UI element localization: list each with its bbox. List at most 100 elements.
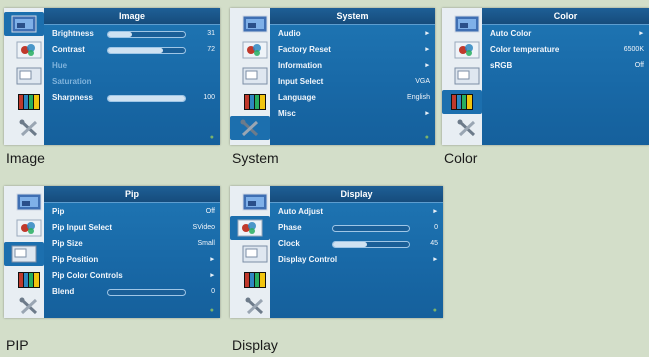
display-icon (16, 93, 42, 111)
sidebar-item-color[interactable] (9, 216, 42, 240)
color-icon (237, 219, 263, 237)
menu-item[interactable]: Contrast 72 (44, 42, 220, 58)
sidebar-item-system[interactable] (9, 116, 39, 140)
menu-item[interactable]: Auto Adjust ▸ (270, 204, 443, 220)
menu-item-label: Contrast (52, 45, 85, 54)
color-icon (242, 41, 268, 59)
menu-item-value: 72 (207, 46, 215, 53)
image-icon (242, 15, 268, 33)
menu-item-label: Information (278, 61, 322, 70)
menu-item-label: Display Control (278, 255, 338, 264)
value-slider[interactable] (332, 241, 410, 248)
sidebar-item-pip[interactable] (235, 64, 268, 88)
menu-item-label: Factory Reset (278, 45, 331, 54)
sidebar-item-system[interactable] (9, 294, 39, 318)
sidebar-item-display[interactable] (235, 268, 266, 292)
menu-item[interactable]: Information ▸ (270, 58, 435, 74)
sidebar-item-color[interactable] (9, 38, 42, 62)
menu-item-label: Auto Color (490, 29, 532, 38)
menu-item[interactable]: Input Select VGA (270, 74, 435, 90)
sidebar-item-image[interactable] (235, 190, 268, 214)
menu-item-value: 6500K (623, 46, 644, 53)
sidebar-item-system[interactable] (447, 116, 477, 140)
image-icon (242, 193, 268, 211)
menu-item[interactable]: Pip Position ▸ (44, 252, 220, 268)
slider-fill (108, 96, 185, 101)
menu-item-value: 0 (434, 224, 438, 231)
menu-item: Saturation (44, 74, 220, 90)
menu-item[interactable]: Pip Size Small (44, 236, 220, 252)
sidebar-item-pip[interactable] (235, 242, 268, 266)
osd-sidebar (4, 186, 44, 318)
osd-sidebar (4, 8, 44, 145)
menu-item[interactable]: sRGB Off (482, 58, 649, 74)
sidebar-item-pip[interactable] (9, 64, 42, 88)
sidebar-item-pip[interactable] (447, 64, 480, 88)
menu-item[interactable]: Brightness 31 (44, 26, 220, 42)
osd-title: Pip (44, 186, 220, 203)
menu-item[interactable]: Pip Color Controls ▸ (44, 268, 220, 284)
sidebar-item-image[interactable] (447, 12, 480, 36)
menu-item[interactable]: Phase 0 (270, 220, 443, 236)
pip-icon (454, 67, 480, 85)
osd-sidebar (230, 186, 270, 318)
menu-item[interactable]: Audio ▸ (270, 26, 435, 42)
osd-screen-image: Image Brightness 31 Contrast 72 Hue Saturatio… (4, 8, 220, 145)
value-slider[interactable] (107, 289, 186, 296)
sidebar-item-image[interactable] (4, 12, 44, 36)
chevron-right-icon: ▸ (433, 256, 437, 263)
sidebar-item-system[interactable] (235, 294, 265, 318)
sidebar-item-display[interactable] (235, 90, 266, 114)
menu-item[interactable]: Factory Reset ▸ (270, 42, 435, 58)
menu-item[interactable]: Language English (270, 90, 435, 106)
sidebar-item-color[interactable] (235, 38, 268, 62)
menu-item[interactable]: Auto Color ▸ (482, 26, 649, 42)
image-icon (11, 15, 37, 33)
value-slider[interactable] (332, 225, 410, 232)
status-indicator: ● (424, 134, 429, 141)
menu-item[interactable]: Display Control ▸ (270, 252, 443, 268)
display-icon (449, 93, 475, 111)
menu-item-label: Language (278, 93, 316, 102)
osd-screen-pip: Pip Pip Off Pip Input Select SVideo Pip Size… (4, 186, 220, 318)
menu-item[interactable]: Clock 45 (270, 236, 443, 252)
sidebar-item-system[interactable] (230, 116, 270, 140)
menu-item-label: Misc (278, 109, 296, 118)
display-icon (16, 271, 42, 289)
menu-item[interactable]: Sharpness 100 (44, 90, 220, 106)
menu-item-label: sRGB (490, 61, 513, 70)
sidebar-item-display[interactable] (9, 268, 42, 292)
menu-item[interactable]: Misc ▸ (270, 106, 435, 122)
sidebar-item-display[interactable] (442, 90, 482, 114)
osd-title: Image (44, 8, 220, 25)
menu-item-label: Clock (278, 239, 300, 248)
menu-item-value: 100 (203, 94, 215, 101)
slider-fill (333, 242, 368, 247)
sidebar-item-display[interactable] (9, 90, 42, 114)
value-slider[interactable] (107, 47, 186, 54)
chevron-right-icon: ▸ (425, 110, 429, 117)
menu-item[interactable]: Pip Input Select SVideo (44, 220, 220, 236)
pip-icon (16, 67, 42, 85)
menu-item-value: 31 (207, 30, 215, 37)
value-slider[interactable] (107, 31, 186, 38)
sidebar-item-color[interactable] (230, 216, 270, 240)
osd-menu-list: Audio ▸ Factory Reset ▸ Information ▸ Input Se… (270, 26, 435, 122)
menu-item[interactable]: Blend 0 (44, 284, 220, 300)
menu-item-label: Blend (52, 287, 75, 296)
menu-item-value: Off (205, 208, 215, 215)
menu-item[interactable]: Color temperature 6500K (482, 42, 649, 58)
value-slider[interactable] (107, 95, 186, 102)
sidebar-item-pip[interactable] (4, 242, 44, 266)
caption-color: Color (444, 150, 478, 166)
sidebar-item-image[interactable] (235, 12, 268, 36)
caption-system: System (232, 150, 279, 166)
menu-item-label: Saturation (52, 77, 92, 86)
chevron-right-icon: ▸ (425, 46, 429, 53)
system-icon (16, 119, 42, 137)
sidebar-item-color[interactable] (447, 38, 480, 62)
chevron-right-icon: ▸ (425, 62, 429, 69)
sidebar-item-image[interactable] (9, 190, 42, 214)
menu-item[interactable]: Pip Off (44, 204, 220, 220)
status-indicator: ● (209, 307, 214, 314)
